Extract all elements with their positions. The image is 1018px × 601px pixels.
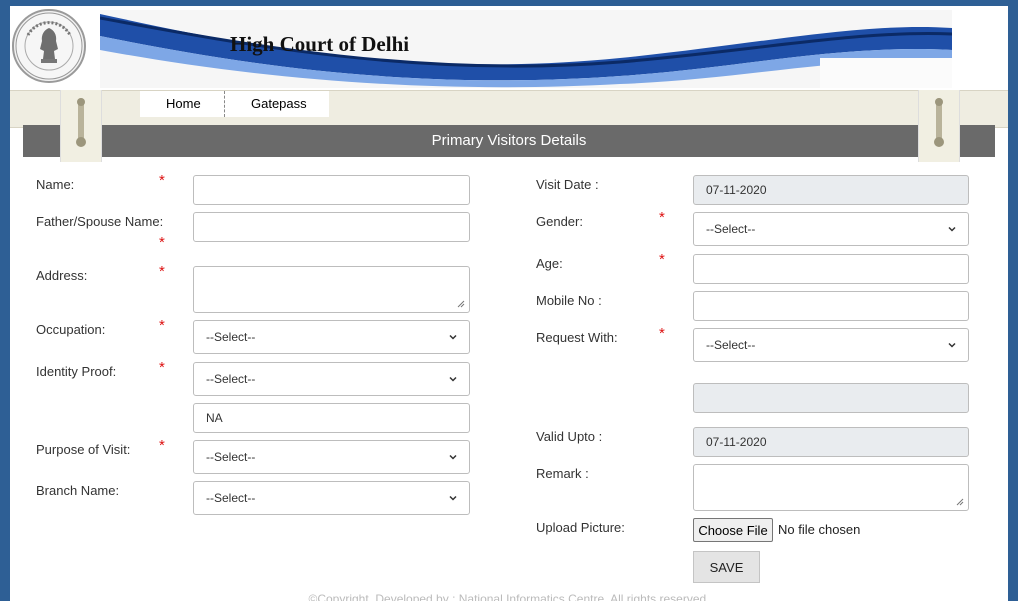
gender-required-mark: * [659,209,665,226]
father-spouse-input[interactable] [193,212,470,242]
identity-proof-select[interactable]: --Select-- [193,362,470,396]
save-button[interactable]: SAVE [693,551,760,583]
father-required-mark: * [159,234,165,251]
chevron-down-icon [449,376,457,382]
valid-upto-value: 07-11-2020 [706,435,767,449]
right-hook-icon [918,90,960,162]
chevron-down-icon [449,334,457,340]
choose-file-button[interactable]: Choose File [693,518,773,542]
court-emblem-logo [12,9,86,83]
nav-menu: Home Gatepass [140,91,329,117]
identity-proof-label: Identity Proof: [36,364,117,379]
identity-proof-select-value: --Select-- [206,372,256,386]
age-label: Age: [536,256,563,271]
remark-textarea[interactable] [693,464,969,511]
chevron-down-icon [948,226,956,232]
chevron-down-icon [449,495,457,501]
chevron-down-icon [948,342,956,348]
mobile-label: Mobile No : [536,293,602,308]
purpose-label: Purpose of Visit: [36,442,131,457]
address-label: Address: [36,268,88,283]
request-with-select-value: --Select-- [706,338,756,352]
purpose-select[interactable]: --Select-- [193,440,470,474]
age-input[interactable] [693,254,969,284]
request-with-label: Request With: [536,330,618,345]
header-banner: High Court of Delhi [100,10,952,88]
mobile-input[interactable] [693,291,969,321]
branch-select[interactable]: --Select-- [193,481,470,515]
nav-home-link[interactable]: Home [140,91,225,117]
name-input[interactable] [193,175,470,205]
name-required-mark: * [159,172,165,189]
resize-grip-icon[interactable] [956,498,964,506]
page: High Court of Delhi Home Gatepass Primar… [10,6,1008,601]
section-title: Primary Visitors Details [23,125,995,157]
header: High Court of Delhi [10,6,1008,90]
name-label: Name: [36,177,75,192]
gender-label: Gender: [536,214,583,229]
occupation-select-value: --Select-- [206,330,256,344]
father-spouse-label: Father/Spouse Name: [36,214,164,229]
identity-number-value: NA [206,411,223,425]
request-with-select[interactable]: --Select-- [693,328,969,362]
upload-picture-label: Upload Picture: [536,520,625,535]
occupation-required-mark: * [159,317,165,334]
request-required-mark: * [659,325,665,342]
purpose-select-value: --Select-- [206,450,256,464]
left-hook-icon [60,90,102,162]
identity-required-mark: * [159,359,165,376]
chevron-down-icon [449,454,457,460]
no-file-chosen-text: No file chosen [778,522,861,537]
occupation-label: Occupation: [36,322,106,337]
visit-date-label: Visit Date : [536,177,599,192]
valid-upto-label: Valid Upto : [536,429,603,444]
purpose-required-mark: * [159,437,165,454]
valid-upto-input: 07-11-2020 [693,427,969,457]
branch-select-value: --Select-- [206,491,256,505]
gender-select-value: --Select-- [706,222,756,236]
address-required-mark: * [159,263,165,280]
branch-label: Branch Name: [36,483,120,498]
gender-select[interactable]: --Select-- [693,212,969,246]
banner-title: High Court of Delhi [230,32,410,56]
menu-bar: Home Gatepass [10,90,1008,128]
identity-number-input[interactable]: NA [193,403,470,433]
remark-label: Remark : [536,466,589,481]
footer-copyright: ©Copyright, Developed by : National Info… [308,592,710,601]
request-detail-input [693,383,969,413]
address-textarea[interactable] [193,266,470,313]
occupation-select[interactable]: --Select-- [193,320,470,354]
visit-date-input: 07-11-2020 [693,175,969,205]
age-required-mark: * [659,251,665,268]
resize-grip-icon[interactable] [457,300,465,308]
visit-date-value: 07-11-2020 [706,183,767,197]
nav-gatepass-link[interactable]: Gatepass [225,91,329,117]
